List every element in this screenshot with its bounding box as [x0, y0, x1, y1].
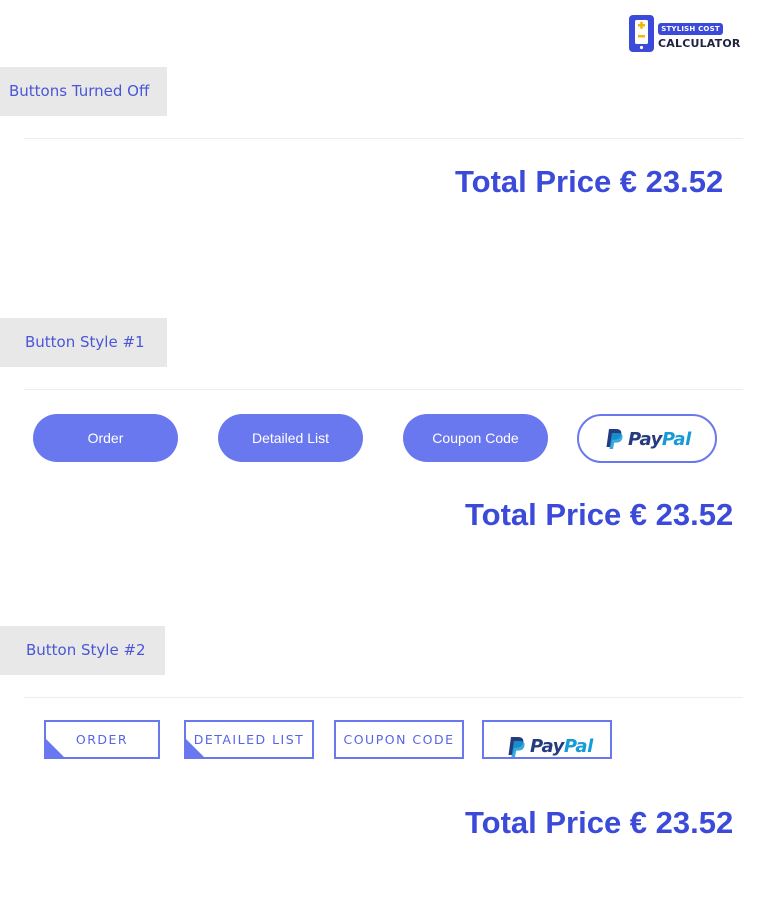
paypal-pay-text: Pay [530, 736, 564, 757]
total-price: Total Price € 23.52 [465, 497, 734, 532]
order-button[interactable]: Order [33, 414, 178, 462]
corner-triangle [186, 739, 204, 757]
coupon-code-button[interactable]: COUPON CODE [334, 720, 464, 759]
coupon-code-button[interactable]: Coupon Code [403, 414, 548, 462]
corner-triangle [46, 739, 64, 757]
detailed-list-button-label: DETAILED LIST [193, 732, 305, 747]
paypal-button[interactable]: Pay Pal [577, 414, 717, 463]
coupon-code-button-label: COUPON CODE [343, 732, 455, 747]
order-button[interactable]: ORDER [44, 720, 160, 759]
detailed-list-button[interactable]: Detailed List [218, 414, 363, 462]
divider [24, 138, 743, 139]
paypal-pay-text: Pay [628, 428, 662, 450]
section-title-button-style-1: Button Style #1 [0, 318, 167, 367]
paypal-button[interactable]: Pay Pal [482, 720, 612, 759]
logo-name: CALCULATOR [658, 37, 741, 50]
calculator-phone-icon [629, 15, 654, 52]
total-price: Total Price € 23.52 [465, 805, 734, 840]
app-logo: STYLISH COST CALCULATOR [629, 15, 747, 53]
total-price: Total Price € 23.52 [455, 164, 724, 199]
order-button-label: ORDER [75, 732, 129, 747]
paypal-icon [606, 429, 623, 449]
section-title-button-style-2: Button Style #2 [0, 626, 165, 675]
paypal-icon [508, 736, 525, 757]
paypal-logo: Pay Pal [506, 729, 593, 757]
detailed-list-button[interactable]: DETAILED LIST [184, 720, 314, 759]
paypal-logo: Pay Pal [604, 428, 691, 450]
paypal-pal-text: Pal [661, 428, 691, 450]
divider [24, 697, 743, 698]
section-title-buttons-off: Buttons Turned Off [0, 67, 167, 116]
divider [24, 389, 743, 390]
paypal-pal-text: Pal [563, 736, 593, 757]
logo-tagline: STYLISH COST [658, 23, 723, 35]
